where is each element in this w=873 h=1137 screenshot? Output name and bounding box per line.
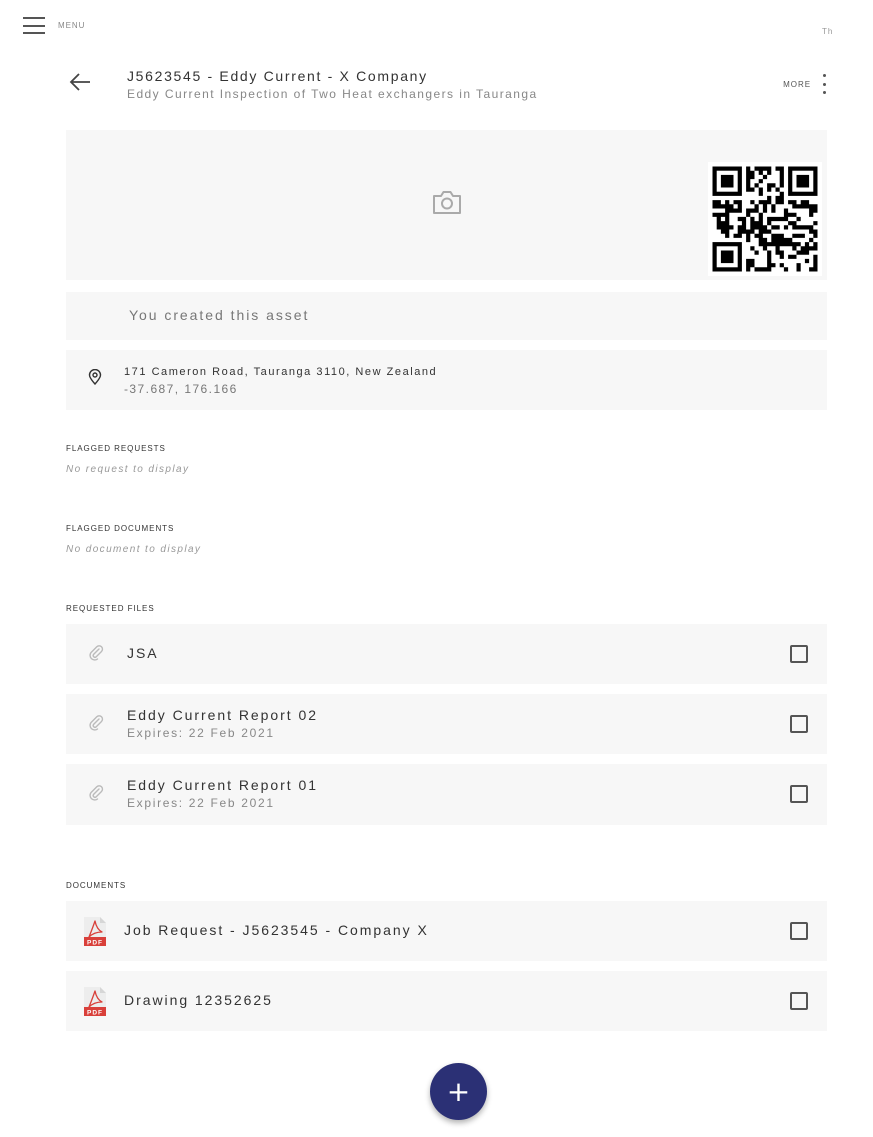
requested-file-row[interactable]: JSA (66, 624, 827, 684)
created-info-card: You created this asset (66, 292, 827, 340)
requested-file-title: JSA (127, 645, 159, 661)
corner-text: Th (822, 27, 834, 36)
arrow-left-icon[interactable] (66, 68, 94, 96)
document-checkbox[interactable] (790, 992, 808, 1010)
requested-file-title: Eddy Current Report 01 (127, 777, 318, 793)
address-text: 171 Cameron Road, Tauranga 3110, New Zea… (124, 366, 438, 378)
location-card[interactable]: 171 Cameron Road, Tauranga 3110, New Zea… (66, 350, 827, 410)
camera-icon[interactable] (431, 188, 463, 216)
paperclip-icon (89, 785, 104, 801)
menu-label[interactable]: MENU (58, 21, 85, 30)
flagged-documents-empty: No document to display (66, 544, 202, 555)
paperclip-icon (89, 715, 104, 731)
document-row[interactable]: PDF Job Request - J5623545 - Company X (66, 901, 827, 961)
more-vert-icon (821, 74, 827, 94)
menu-icon[interactable] (23, 17, 45, 34)
flagged-requests-empty: No request to display (66, 464, 190, 475)
requested-file-row[interactable]: Eddy Current Report 02 Expires: 22 Feb 2… (66, 694, 827, 754)
requested-file-row[interactable]: Eddy Current Report 01 Expires: 22 Feb 2… (66, 764, 827, 825)
add-fab-button[interactable]: + (430, 1063, 487, 1120)
paperclip-icon (89, 645, 104, 661)
coordinates-text: -37.687, 176.166 (124, 382, 238, 396)
requested-file-expiry: Expires: 22 Feb 2021 (127, 726, 275, 740)
flagged-requests-heading: FLAGGED REQUESTS (66, 444, 166, 453)
document-checkbox[interactable] (790, 922, 808, 940)
plus-icon: + (446, 1075, 471, 1108)
top-bar: MENU Th (0, 0, 873, 52)
created-text: You created this asset (129, 307, 310, 323)
requested-file-checkbox[interactable] (790, 785, 808, 803)
asset-photo-area (66, 130, 827, 280)
document-row[interactable]: PDF Drawing 12352625 (66, 971, 827, 1031)
location-pin-icon (88, 369, 102, 385)
requested-file-title: Eddy Current Report 02 (127, 707, 318, 723)
requested-file-checkbox[interactable] (790, 715, 808, 733)
more-button[interactable]: MORE (783, 72, 827, 96)
pdf-file-icon: PDF (84, 987, 106, 1016)
requested-file-expiry: Expires: 22 Feb 2021 (127, 796, 275, 810)
page-title: J5623545 - Eddy Current - X Company (127, 68, 428, 84)
requested-file-checkbox[interactable] (790, 645, 808, 663)
page-header: J5623545 - Eddy Current - X Company Eddy… (66, 62, 827, 110)
document-title: Drawing 12352625 (124, 992, 273, 1008)
pdf-label: PDF (87, 939, 103, 946)
documents-heading: DOCUMENTS (66, 881, 127, 890)
qr-code-image (708, 162, 822, 276)
flagged-documents-heading: FLAGGED DOCUMENTS (66, 524, 175, 533)
more-label: MORE (783, 79, 811, 89)
pdf-label: PDF (87, 1009, 103, 1016)
pdf-file-icon: PDF (84, 917, 106, 946)
page-subtitle: Eddy Current Inspection of Two Heat exch… (127, 87, 538, 101)
requested-files-heading: REQUESTED FILES (66, 604, 155, 613)
document-title: Job Request - J5623545 - Company X (124, 922, 429, 938)
